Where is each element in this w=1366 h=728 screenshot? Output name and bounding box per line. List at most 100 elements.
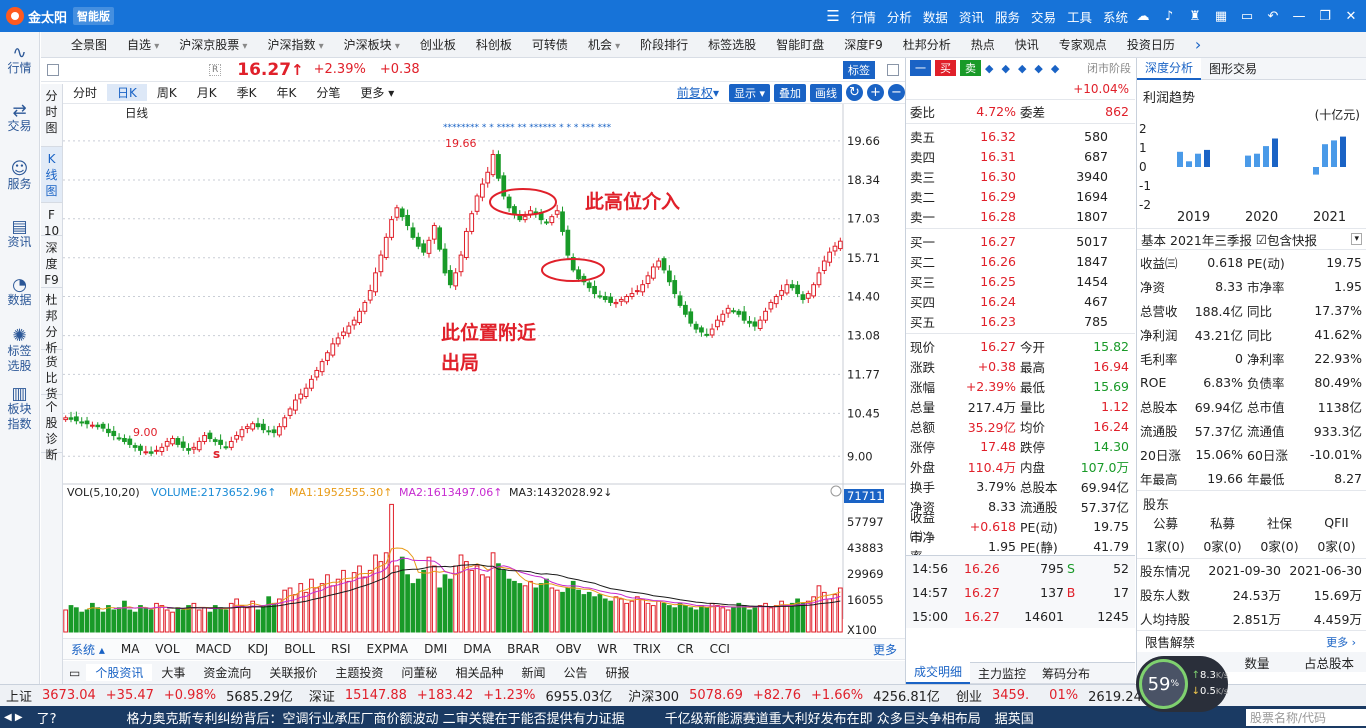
nav-tab-2[interactable]: 沪深京股票	[169, 36, 257, 53]
indicator-tab-14[interactable]: CCI	[702, 642, 738, 656]
news-tab-7[interactable]: 新闻	[512, 664, 554, 681]
indicator-tab-1[interactable]: VOL	[147, 642, 187, 656]
indicator-tab-11[interactable]: WR	[589, 642, 625, 656]
nav-tab-15[interactable]: 快讯	[1005, 36, 1049, 53]
nav-tab-7[interactable]: 可转债	[522, 36, 578, 53]
bids-row[interactable]: 买四 16.24 467	[906, 291, 1135, 311]
indicator-tab-12[interactable]: TRIX	[625, 642, 668, 656]
vtab-4[interactable]: 杜 邦 分 析	[41, 288, 62, 355]
shirt-icon[interactable]: ♜	[1185, 9, 1205, 24]
vtab-5[interactable]: 货 比 货	[41, 350, 62, 401]
buy-button[interactable]: 买	[935, 60, 956, 76]
news-collapse-icon[interactable]: ▭	[63, 666, 86, 680]
f10-tab-1[interactable]: 图形交易	[1201, 60, 1265, 77]
restore-icon[interactable]: ❐	[1315, 9, 1335, 24]
indicator-more[interactable]: 更多	[865, 641, 905, 658]
ticker-name[interactable]: 创业	[956, 686, 982, 705]
indicator-tab-6[interactable]: EXPMA	[359, 642, 417, 656]
vtab-6[interactable]: 个 股 诊 断	[41, 395, 62, 462]
quote-tab-0[interactable]: 成交明细	[906, 662, 971, 684]
refresh-icon[interactable]: ↻	[846, 84, 863, 101]
asks-row[interactable]: 卖四 16.31 687	[906, 146, 1135, 166]
period-tab-6[interactable]: 分笔	[306, 84, 350, 101]
app-logo[interactable]: 金太阳 智能版	[6, 7, 115, 26]
nav-tab-3[interactable]: 沪深指数	[257, 36, 333, 53]
indicator-tab-13[interactable]: CR	[669, 642, 702, 656]
bell-icon[interactable]: ♪	[1159, 9, 1179, 24]
more-periods[interactable]: 更多 ▾	[350, 84, 404, 101]
bids-row[interactable]: 买二 16.26 1847	[906, 251, 1135, 271]
bids-row[interactable]: 买五 16.23 785	[906, 311, 1135, 331]
menu-item-5[interactable]: 交易	[1031, 7, 1056, 26]
news-tab-5[interactable]: 问董秘	[392, 664, 446, 681]
menu-item-0[interactable]: 行情	[851, 7, 876, 26]
gear-icon[interactable]: ◆	[1001, 62, 1009, 75]
sell-button[interactable]: 卖	[960, 60, 981, 76]
balance-icon[interactable]: ◆	[1018, 62, 1026, 75]
grid-icon[interactable]: ▦	[1211, 9, 1231, 24]
back-icon[interactable]: ↶	[1263, 9, 1283, 24]
fq-dropdown-icon[interactable]: ▾	[713, 86, 719, 100]
nav-tab-6[interactable]: 科创板	[466, 36, 522, 53]
ticker-name[interactable]: 上证	[6, 686, 32, 705]
sidebar-item-6[interactable]: ▥ 板块 指数	[0, 380, 39, 438]
news-tab-4[interactable]: 主题投资	[326, 664, 392, 681]
indicator-tab-3[interactable]: KDJ	[240, 642, 277, 656]
indicator-tab-5[interactable]: RSI	[323, 642, 359, 656]
nav-tab-17[interactable]: 投资日历	[1117, 36, 1185, 53]
close-icon[interactable]: ✕	[1341, 9, 1361, 24]
layout-icon[interactable]: ▭	[1237, 9, 1257, 24]
asks-row[interactable]: 卖二 16.29 1694	[906, 186, 1135, 206]
nav-next-icon[interactable]: ›	[1185, 35, 1211, 54]
menu-toggle-icon[interactable]: ☰	[826, 7, 839, 25]
menu-item-3[interactable]: 资讯	[959, 7, 984, 26]
nav-tab-10[interactable]: 标签选股	[698, 36, 766, 53]
quote-tab-2[interactable]: 筹码分布	[1034, 665, 1098, 682]
indicator-tab-8[interactable]: DMA	[455, 642, 499, 656]
vtab-3[interactable]: 深 度 F9	[41, 236, 62, 288]
chart-btn-0[interactable]: 显示 ▾	[728, 83, 770, 102]
chart-btn-1[interactable]: 叠加	[774, 83, 806, 102]
period-tab-0[interactable]: 分时	[63, 84, 107, 101]
indicator-system[interactable]: 系统 ▴	[63, 641, 113, 658]
minimize-icon[interactable]: —	[1289, 9, 1309, 24]
indicator-tab-4[interactable]: BOLL	[276, 642, 323, 656]
dropdown-icon[interactable]: ▾	[1351, 233, 1362, 245]
asks-row[interactable]: 卖三 16.30 3940	[906, 166, 1135, 186]
chart-btn-2[interactable]: 画线	[810, 83, 842, 102]
vtab-1[interactable]: K 线 图	[41, 147, 62, 203]
news-tab-2[interactable]: 资金流向	[194, 664, 260, 681]
sidebar-item-1[interactable]: ⇄ 交易	[0, 90, 39, 148]
checkbox-icon[interactable]: ☑	[1256, 232, 1267, 247]
period-tab-1[interactable]: 日K	[107, 84, 147, 101]
news-item-3[interactable]: 据英国	[995, 708, 1034, 727]
news-tab-8[interactable]: 公告	[554, 664, 596, 681]
news-tab-0[interactable]: 个股资讯	[86, 664, 153, 681]
zoom-in-icon[interactable]: +	[867, 84, 884, 101]
ticker-name[interactable]: 深证	[309, 686, 335, 705]
news-item-1[interactable]: 格力奥克斯专利纠纷背后：空调行业承压厂商价额波动 二审关键在于能否提供有力证据	[126, 708, 624, 727]
menu-item-6[interactable]: 工具	[1067, 7, 1092, 26]
link-icon[interactable]: ◆	[1051, 62, 1059, 75]
period-tab-2[interactable]: 周K	[147, 84, 187, 101]
period-select[interactable]: 2021年三季报	[1170, 230, 1252, 249]
news-tab-9[interactable]: 研报	[596, 664, 638, 681]
restrict-more[interactable]: 更多 ›	[1326, 634, 1356, 650]
bids-row[interactable]: 买一 16.27 5017	[906, 231, 1135, 251]
news-nav-icon[interactable]: ◀ ▶	[4, 712, 23, 723]
bids-row[interactable]: 买三 16.25 1454	[906, 271, 1135, 291]
indicator-tab-10[interactable]: OBV	[548, 642, 590, 656]
expand-icon[interactable]	[887, 63, 899, 76]
asks-row[interactable]: 卖五 16.32 580	[906, 126, 1135, 146]
nav-tab-12[interactable]: 深度F9	[834, 36, 893, 53]
period-tab-4[interactable]: 季K	[227, 84, 267, 101]
vtab-2[interactable]: F 10	[41, 203, 62, 238]
indicator-tab-9[interactable]: BRAR	[499, 642, 548, 656]
sidebar-item-3[interactable]: ▤ 资讯	[0, 206, 39, 264]
nav-tab-14[interactable]: 热点	[961, 36, 1005, 53]
tag-button[interactable]: 标签	[843, 60, 875, 79]
sidebar-item-4[interactable]: ◔ 数据	[0, 264, 39, 322]
indicator-tab-7[interactable]: DMI	[416, 642, 455, 656]
news-item-0[interactable]: 了?	[37, 708, 57, 727]
menu-item-1[interactable]: 分析	[887, 7, 912, 26]
